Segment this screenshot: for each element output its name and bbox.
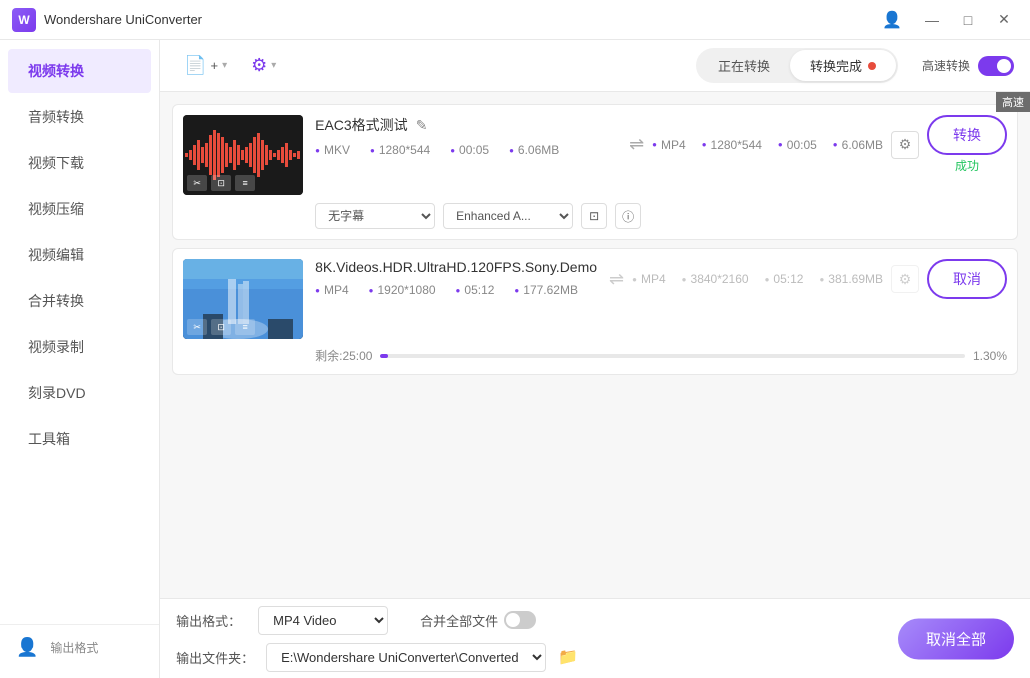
subtitle-select[interactable]: 无字幕 (315, 203, 435, 229)
cancel-all-button[interactable]: 取消全部 (898, 618, 1014, 659)
merge-toggle-wrap: 合并全部文件 (420, 611, 536, 630)
high-speed-toggle[interactable] (978, 56, 1014, 76)
folder-button[interactable]: 📁 (558, 647, 578, 667)
sidebar-item-video-compress[interactable]: 视频压缩 (8, 187, 151, 231)
thumb-controls-1: ✂ ⊡ ≡ (187, 175, 255, 191)
progress-text-2: 1.30% (973, 349, 1007, 363)
status-tabs: 正在转换 转换完成 (696, 48, 898, 83)
crop-button-2[interactable]: ⊡ (211, 319, 231, 335)
file-meta-1: ● MKV ● 1280*544 ● 00:05 ● 6.06MB (315, 143, 617, 157)
sidebar: 视频转换 音频转换 视频下载 视频压缩 视频编辑 合并转换 视频录制 刻录DVD… (0, 40, 160, 678)
file-name-2: 8K.Videos.HDR.UltraHD.120FPS.Sony.Demo (315, 259, 597, 275)
file-info-2: 8K.Videos.HDR.UltraHD.120FPS.Sony.Demo ●… (315, 259, 597, 303)
cancel-button-2[interactable]: 取消 (927, 259, 1007, 299)
cut-button-1[interactable]: ✂ (187, 175, 207, 191)
sidebar-item-audio-convert[interactable]: 音频转换 (8, 95, 151, 139)
path-label: 输出文件夹： (176, 648, 254, 667)
cut-button-2[interactable]: ✂ (187, 319, 207, 335)
enhanced-select-wrap: Enhanced A... (443, 203, 573, 229)
file-name-1: EAC3格式测试 ✎ (315, 115, 617, 135)
high-speed-label: 高速转换 (922, 57, 970, 74)
enhanced-select[interactable]: Enhanced A... (443, 203, 573, 229)
thumbnail-1: ✂ ⊡ ≡ (183, 115, 303, 195)
sidebar-bottom: 👤 输出格式 (0, 624, 159, 670)
time-remaining-2: 剩余:25:00 (315, 347, 372, 364)
done-dot (868, 62, 876, 70)
path-select[interactable]: E:\Wondershare UniConverter\Converted (266, 643, 546, 672)
output-settings-button-1[interactable]: ⚙ (891, 131, 919, 159)
convert-action-1: done 转换 成功 (927, 115, 1007, 174)
file-meta-2: ● MP4 ● 1920*1080 ● 05:12 ● 177.62MB (315, 283, 597, 297)
output-format-label: 输出格式 (50, 639, 98, 656)
file-card-2: ✂ ⊡ ≡ 8K.Videos.HDR.UltraHD.120FPS.Sony.… (172, 248, 1018, 375)
progress-fill-2 (380, 354, 388, 358)
close-button[interactable]: ✕ (990, 10, 1018, 30)
shuffle-icon-2[interactable]: ⇌ (609, 269, 624, 290)
bottom-bar: 输出格式： MP4 Video 合并全部文件 输出文件夹： E:\Wonders… (160, 598, 1030, 678)
sidebar-item-video-edit[interactable]: 视频编辑 (8, 233, 151, 277)
progress-row-2: 剩余:25:00 1.30% (315, 347, 1007, 364)
file-card-top-1: ✂ ⊡ ≡ EAC3格式测试 ✎ ● MKV ● 1280* (183, 115, 1007, 195)
window-controls: — □ ✕ (918, 10, 1018, 30)
add-file-button[interactable]: 📄 + ▾ (176, 49, 235, 82)
subtitle-select-wrap: 无字幕 (315, 203, 435, 229)
merge-toggle[interactable] (504, 611, 536, 629)
format-row: 输出格式： MP4 Video 合并全部文件 (176, 606, 1014, 635)
crop-button-1[interactable]: ⊡ (211, 175, 231, 191)
add-file-icon: 📄 (184, 55, 206, 76)
app-logo: W (12, 8, 36, 32)
subtitle-row-1: 无字幕 Enhanced A... ⊡ ⓘ (315, 203, 1007, 229)
path-row: 输出文件夹： E:\Wondershare UniConverter\Conve… (176, 643, 1014, 672)
app-title: Wondershare UniConverter (44, 12, 882, 27)
subtitle-clip-button[interactable]: ⊡ (581, 203, 607, 229)
convert-setting-button[interactable]: ⚙ ▾ (243, 49, 284, 82)
output-info-2: ● MP4 ● 3840*2160 ● 05:12 ● 381.69MB (632, 272, 883, 286)
content-area: 📄 + ▾ ⚙ ▾ 正在转换 转换完成 高速转换 高速 (160, 40, 1030, 678)
sidebar-item-burn-dvd[interactable]: 刻录DVD (8, 371, 151, 415)
format-label: 输出格式： (176, 611, 246, 630)
shuffle-icon-1[interactable]: ⇌ (629, 134, 644, 155)
file-right-1: ⇌ ● MP4 ● 1280*544 ● 00:05 ● 6.06MB ⚙ do… (629, 115, 1007, 174)
sidebar-item-merge-convert[interactable]: 合并转换 (8, 279, 151, 323)
chevron-down-icon2: ▾ (271, 60, 276, 71)
thumbnail-2: ✂ ⊡ ≡ (183, 259, 303, 339)
menu-button-1[interactable]: ≡ (235, 175, 255, 191)
toolbar: 📄 + ▾ ⚙ ▾ 正在转换 转换完成 高速转换 高速 (160, 40, 1030, 92)
sidebar-item-toolbox[interactable]: 工具箱 (8, 417, 151, 461)
user-icon[interactable]: 👤 (882, 10, 902, 30)
output-format-icon: 👤 (16, 637, 38, 658)
tab-converting[interactable]: 正在转换 (698, 50, 790, 81)
setting-icon: ⚙ (251, 55, 267, 76)
titlebar: W Wondershare UniConverter 👤 — □ ✕ (0, 0, 1030, 40)
menu-button-2[interactable]: ≡ (235, 319, 255, 335)
minimize-button[interactable]: — (918, 10, 946, 30)
file-card-top-2: ✂ ⊡ ≡ 8K.Videos.HDR.UltraHD.120FPS.Sony.… (183, 259, 1007, 339)
high-speed-badge: 高速 (996, 92, 1030, 112)
high-speed-area: 高速转换 (922, 56, 1014, 76)
progress-bar-2 (380, 354, 964, 358)
edit-name-icon-1[interactable]: ✎ (416, 117, 428, 134)
info-button-1[interactable]: ⓘ (615, 203, 641, 229)
chevron-down-icon: ▾ (222, 60, 227, 71)
maximize-button[interactable]: □ (954, 10, 982, 30)
file-info-1: EAC3格式测试 ✎ ● MKV ● 1280*544 ● 00:05 ● 6.… (315, 115, 617, 163)
output-info-1: ● MP4 ● 1280*544 ● 00:05 ● 6.06MB (652, 138, 883, 152)
convert-done-button-1[interactable]: 转换 (927, 115, 1007, 155)
tab-done[interactable]: 转换完成 (790, 50, 896, 81)
file-right-2: ⇌ ● MP4 ● 3840*2160 ● 05:12 ● 381.69MB ⚙… (609, 259, 1007, 299)
merge-label: 合并全部文件 (420, 611, 498, 630)
main-layout: 视频转换 音频转换 视频下载 视频压缩 视频编辑 合并转换 视频录制 刻录DVD… (0, 40, 1030, 678)
file-list: ✂ ⊡ ≡ EAC3格式测试 ✎ ● MKV ● 1280* (160, 92, 1030, 598)
thumb-controls-2: ✂ ⊡ ≡ (187, 319, 255, 335)
sidebar-item-video-record[interactable]: 视频录制 (8, 325, 151, 369)
output-settings-button-2[interactable]: ⚙ (891, 265, 919, 293)
format-select[interactable]: MP4 Video (258, 606, 388, 635)
success-text-1: 成功 (955, 157, 979, 174)
sidebar-item-video-convert[interactable]: 视频转换 (8, 49, 151, 93)
file-card-1: ✂ ⊡ ≡ EAC3格式测试 ✎ ● MKV ● 1280* (172, 104, 1018, 240)
sidebar-item-video-download[interactable]: 视频下载 (8, 141, 151, 185)
